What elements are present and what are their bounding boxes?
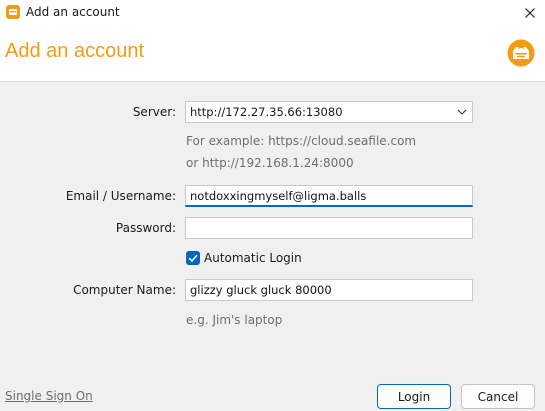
checkmark-icon — [188, 254, 198, 263]
server-label: Server: — [132, 105, 176, 119]
auto-login-label[interactable]: Automatic Login — [204, 251, 302, 265]
password-field[interactable] — [185, 217, 473, 239]
seafile-logo-icon — [507, 39, 535, 67]
seafile-app-icon — [6, 5, 20, 19]
computer-name-hint: e.g. Jim's laptop — [186, 313, 283, 327]
email-field[interactable] — [185, 185, 473, 207]
window-title: Add an account — [26, 5, 120, 19]
server-select-value: http://172.27.35.66:13080 — [190, 105, 343, 119]
dialog-header: Add an account — [0, 25, 545, 82]
server-hint-line1: For example: https://cloud.seafile.com — [186, 134, 417, 148]
login-button[interactable]: Login — [377, 384, 451, 409]
chevron-down-icon — [457, 109, 467, 115]
close-button[interactable] — [515, 0, 545, 25]
computer-name-field[interactable] — [185, 279, 473, 301]
email-label: Email / Username: — [65, 189, 176, 203]
server-hint-line2: or http://192.168.1.24:8000 — [186, 156, 354, 170]
password-label: Password: — [115, 221, 176, 235]
server-select[interactable]: http://172.27.35.66:13080 — [185, 101, 473, 123]
title-bar: Add an account — [0, 0, 545, 25]
cancel-button[interactable]: Cancel — [461, 384, 535, 409]
auto-login-checkbox[interactable] — [186, 251, 200, 265]
header-title: Add an account — [5, 40, 144, 62]
computer-name-label: Computer Name: — [73, 283, 176, 297]
close-icon — [525, 7, 535, 18]
single-sign-on-link[interactable]: Single Sign On — [5, 389, 93, 403]
